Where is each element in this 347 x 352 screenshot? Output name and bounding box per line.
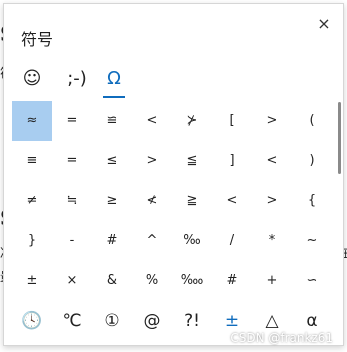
symbol-cell[interactable]: & — [92, 261, 132, 301]
symbol-cell[interactable]: ① — [92, 301, 132, 341]
symbol-cell[interactable]: ?! — [172, 301, 212, 341]
symbol-cell[interactable]: [ — [212, 101, 252, 141]
symbol-cell[interactable]: 🕓 — [12, 301, 52, 341]
symbol-cell[interactable]: > — [252, 101, 292, 141]
symbol-cell[interactable]: ≧ — [172, 181, 212, 221]
active-tab-indicator — [103, 96, 125, 98]
symbol-cell[interactable]: ≡ — [12, 141, 52, 181]
symbol-cell[interactable]: ^ — [132, 221, 172, 261]
symbol-cell[interactable]: @ — [132, 301, 172, 341]
symbol-cell[interactable]: ≒ — [52, 181, 92, 221]
symbol-cell[interactable]: ± — [12, 261, 52, 301]
symbol-cell[interactable]: % — [132, 261, 172, 301]
smiley-icon: ☺ — [22, 68, 42, 89]
tab-kaomoji[interactable]: ;-) — [58, 64, 96, 94]
symbol-cell[interactable]: > — [132, 141, 172, 181]
symbol-cell[interactable]: ≌ — [92, 101, 132, 141]
symbol-cell[interactable]: < — [212, 181, 252, 221]
symbol-cell[interactable]: ‱ — [172, 261, 212, 301]
symbol-cell[interactable]: # — [212, 261, 252, 301]
omega-icon: Ω — [107, 68, 121, 89]
kaomoji-icon: ;-) — [67, 68, 87, 89]
panel-title: 符号 — [21, 30, 54, 49]
symbol-cell[interactable]: ) — [292, 141, 332, 181]
symbol-cell[interactable]: ≥ — [92, 181, 132, 221]
tab-emoji[interactable]: ☺ — [17, 64, 47, 94]
symbol-cell[interactable]: = — [52, 141, 92, 181]
tab-symbols[interactable]: Ω — [99, 64, 129, 98]
symbol-cell[interactable]: # — [92, 221, 132, 261]
symbol-cell[interactable]: ≤ — [92, 141, 132, 181]
symbol-cell[interactable]: ~ — [292, 221, 332, 261]
symbol-cell[interactable]: > — [252, 181, 292, 221]
symbol-cell[interactable]: ℃ — [52, 301, 92, 341]
symbol-cell[interactable]: { — [292, 181, 332, 221]
symbol-cell[interactable]: * — [252, 221, 292, 261]
symbol-cell[interactable]: } — [12, 221, 52, 261]
symbol-cell[interactable]: < — [132, 101, 172, 141]
symbol-cell[interactable]: ≠ — [12, 181, 52, 221]
scrollbar[interactable] — [338, 102, 341, 174]
symbol-cell[interactable]: / — [212, 221, 252, 261]
symbol-cell[interactable]: ∽ — [292, 261, 332, 301]
symbol-cell[interactable]: × — [52, 261, 92, 301]
symbol-cell[interactable]: ≦ — [172, 141, 212, 181]
symbol-cell[interactable]: + — [252, 261, 292, 301]
symbol-cell[interactable]: ( — [292, 101, 332, 141]
symbol-cell[interactable]: - — [52, 221, 92, 261]
watermark: CSDN @frankz61 — [230, 331, 333, 345]
symbol-cell[interactable]: ≈ — [12, 101, 52, 141]
symbol-cell[interactable]: ‰ — [172, 221, 212, 261]
symbol-cell[interactable]: < — [252, 141, 292, 181]
symbol-cell[interactable]: ] — [212, 141, 252, 181]
symbol-panel: 符号 × ☺ ;-) Ω ≈ = ≌ < ⊁[>(≡ = ≤ > ≦] <) ≠ ≒ ≥ ≮ ≧ < >{} - #… — [3, 3, 344, 346]
symbol-cell[interactable]: ≮ — [132, 181, 172, 221]
symbol-cell[interactable]: = — [52, 101, 92, 141]
close-icon[interactable]: × — [315, 15, 333, 33]
symbol-cell[interactable]: ⊁ — [172, 101, 212, 141]
